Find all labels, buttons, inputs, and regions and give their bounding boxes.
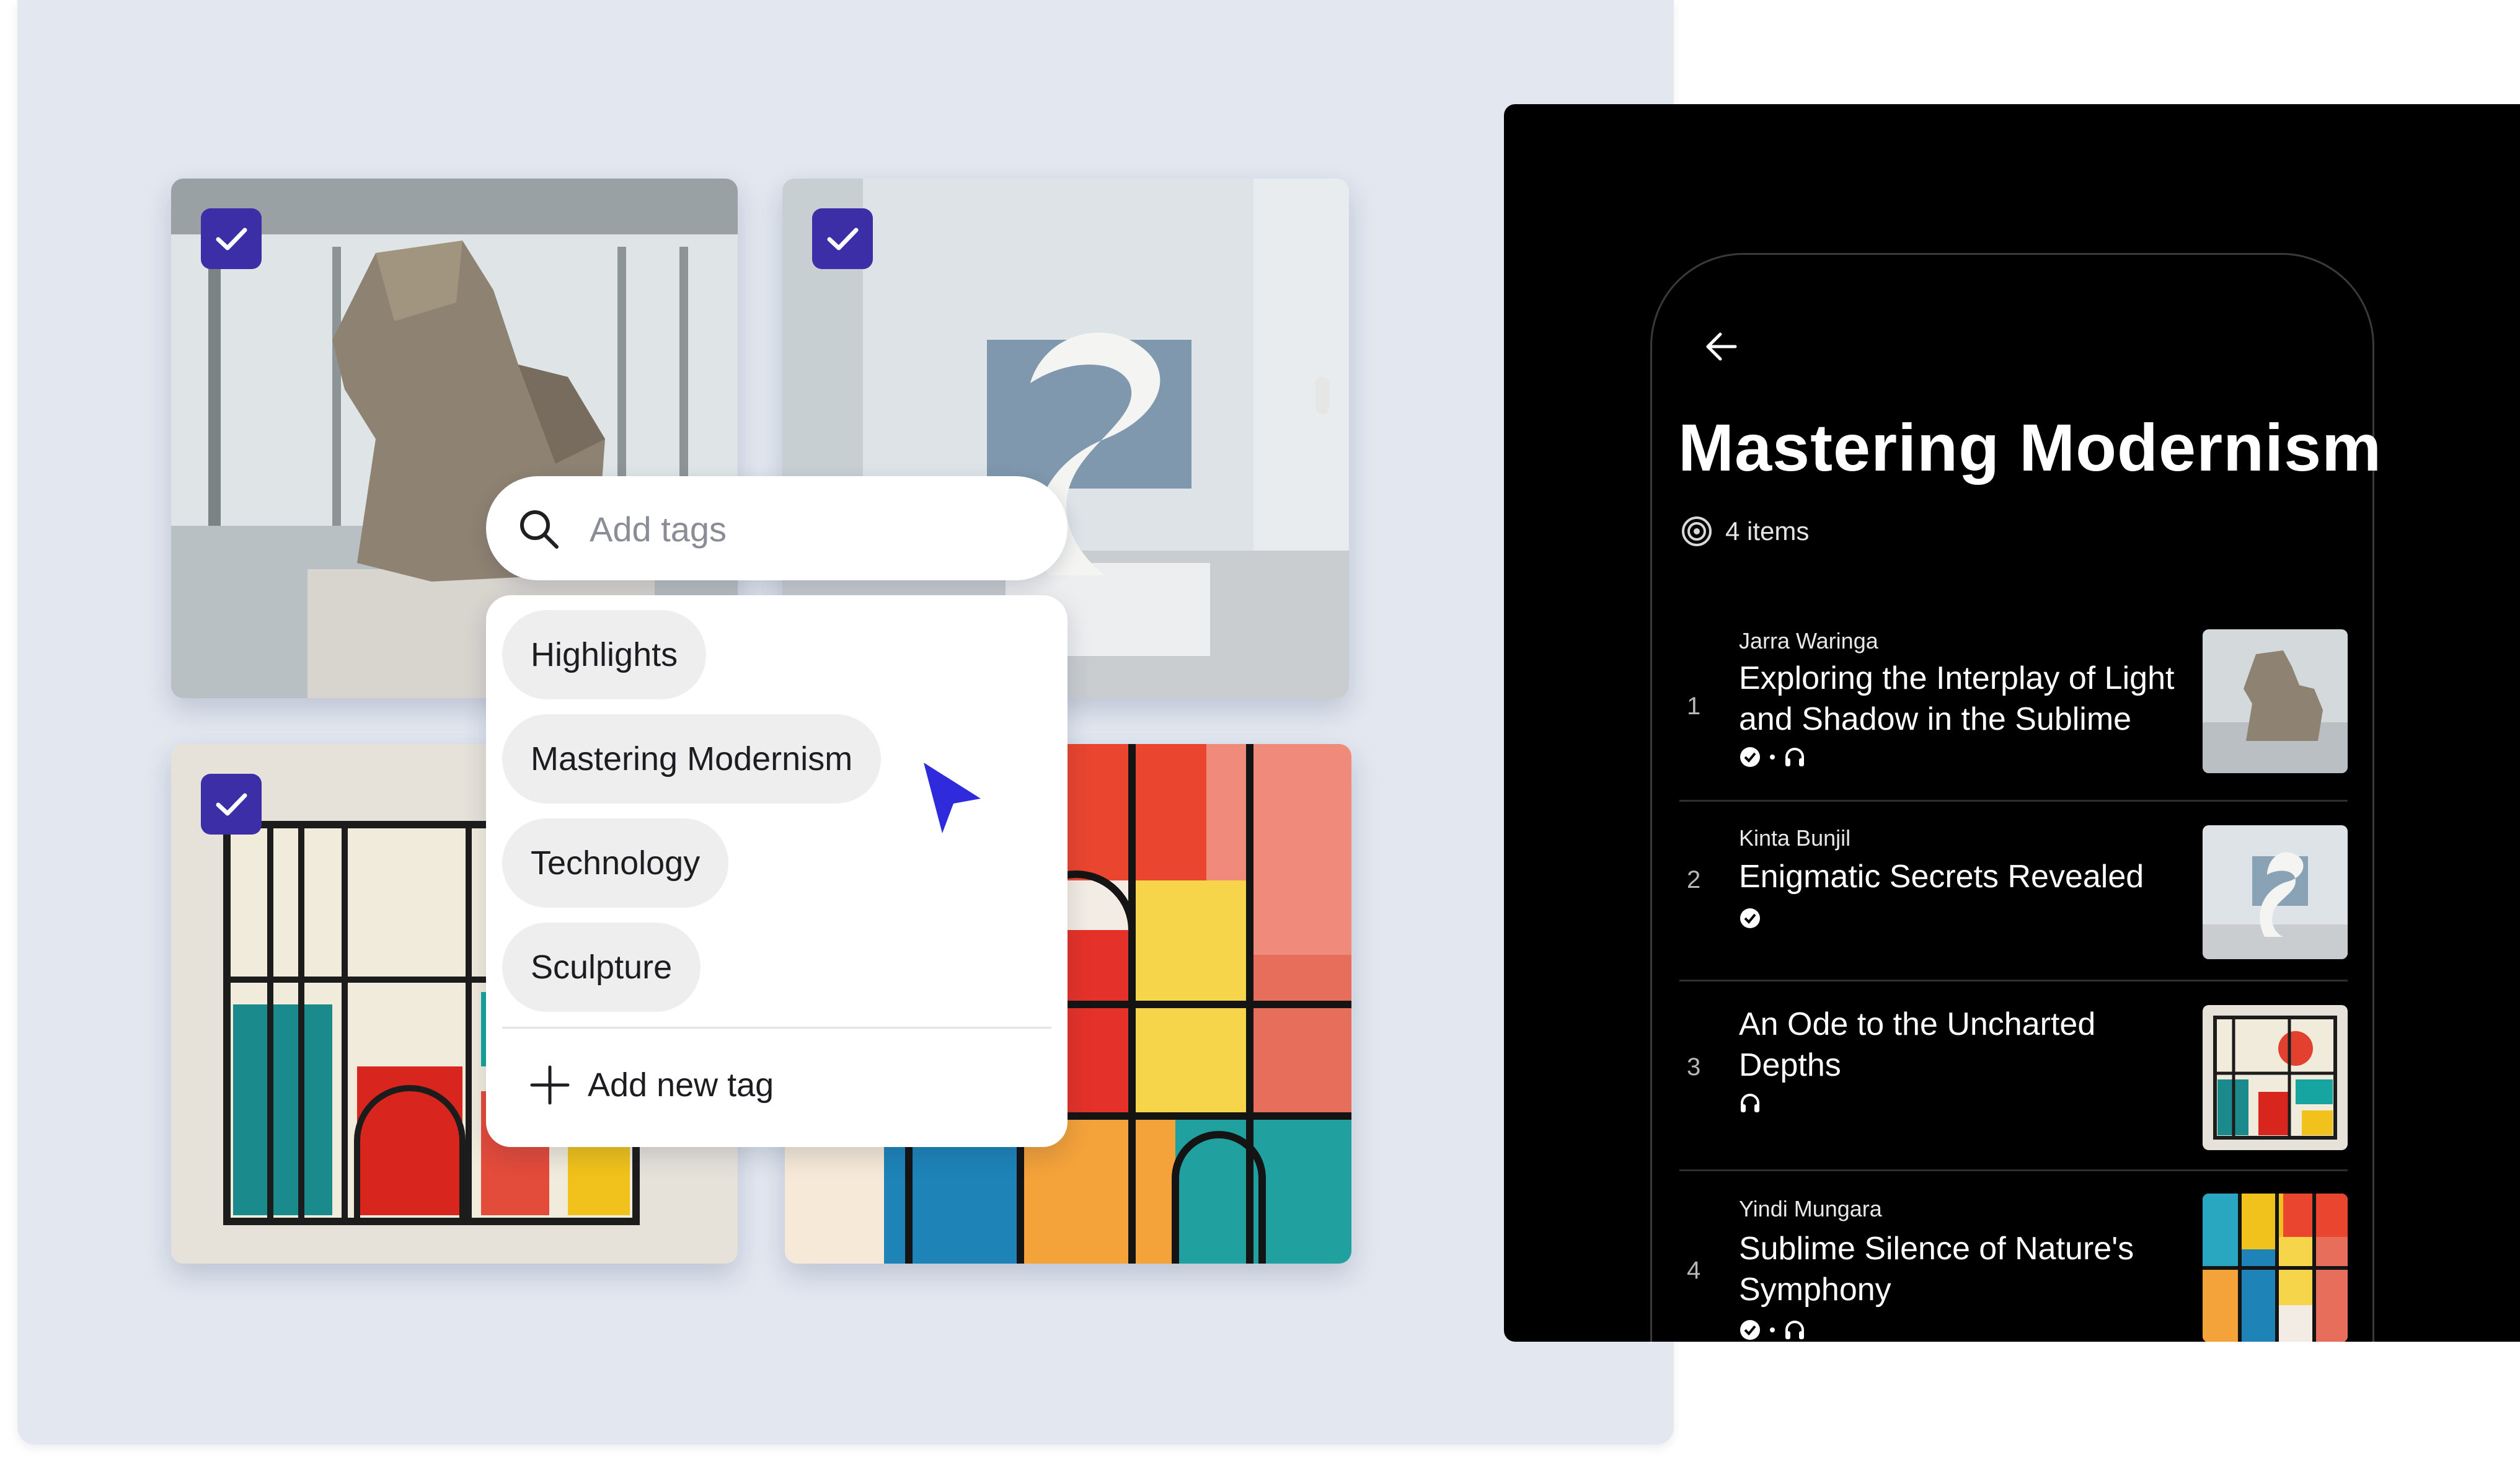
dropdown-divider [502, 1027, 1051, 1029]
verified-icon [1740, 747, 1760, 767]
add-new-tag-button[interactable]: Add new tag [529, 1048, 774, 1122]
plus-icon [530, 1065, 570, 1105]
playlist-title: Mastering Modernism [1678, 410, 2382, 485]
playlist-item[interactable]: 4 Yindi Mungara Sublime Silence of Natur… [1679, 1171, 2348, 1342]
item-thumbnail [2203, 629, 2348, 773]
tag-chip-technology[interactable]: Technology [502, 818, 729, 908]
item-thumbnail [2203, 825, 2348, 959]
collection-icon [1682, 516, 1712, 546]
selected-check-icon[interactable] [201, 208, 262, 269]
item-number: 2 [1687, 866, 1701, 893]
add-new-tag-label: Add new tag [588, 1066, 774, 1104]
item-meta [1739, 1318, 1806, 1342]
item-number: 4 [1687, 1257, 1701, 1284]
item-number: 3 [1687, 1053, 1701, 1081]
item-thumbnail [2203, 1194, 2348, 1342]
item-title: Enigmatic Secrets Revealed [1739, 859, 2144, 895]
item-count-label: 4 items [1725, 516, 1810, 546]
tag-search-bar[interactable] [486, 476, 1068, 580]
playlist-item-count: 4 items [1681, 515, 1809, 547]
phone-preview-panel: Mastering Modernism 4 items 1 Jarra Wari… [1504, 104, 2520, 1342]
headphones-icon [1741, 1094, 1759, 1112]
playlist-item[interactable]: 2 Kinta Bunjil Enigmatic Secrets Reveale… [1679, 802, 2348, 981]
gallery-panel: Highlights Mastering Modernism Technolog… [17, 0, 1674, 1445]
item-meta [1739, 745, 1806, 769]
item-title: Exploring the Interplay of Light and Sha… [1739, 660, 2175, 737]
phone-frame: Mastering Modernism 4 items 1 Jarra Wari… [1650, 253, 2381, 1342]
separator-dot [1770, 755, 1775, 760]
item-author: Yindi Mungara [1739, 1196, 1882, 1221]
item-number: 1 [1687, 693, 1701, 720]
tag-search-input[interactable] [588, 498, 1025, 559]
separator-dot [1770, 1327, 1775, 1332]
item-meta [1739, 1091, 1761, 1115]
item-meta [1739, 906, 1761, 931]
item-author: Kinta Bunjil [1739, 825, 1851, 851]
item-title: Sublime Silence of Nature's Symphony [1739, 1231, 2134, 1308]
headphones-icon [1785, 1321, 1804, 1339]
verified-icon [1740, 1320, 1760, 1340]
tag-chip-mastering-modernism[interactable]: Mastering Modernism [502, 714, 882, 804]
verified-icon [1740, 908, 1760, 928]
tag-dropdown: Highlights Mastering Modernism Technolog… [486, 595, 1068, 1147]
item-title: An Ode to the Uncharted Depths [1739, 1006, 2096, 1083]
selected-check-icon[interactable] [812, 208, 873, 269]
item-author: Jarra Waringa [1739, 628, 1878, 653]
playlist-item[interactable]: 1 Jarra Waringa Exploring the Interplay … [1679, 614, 2348, 802]
pointer-cursor-icon [924, 763, 981, 833]
playlist-item[interactable]: 3 An Ode to the Uncharted Depths [1679, 981, 2348, 1171]
tag-chip-sculpture[interactable]: Sculpture [502, 923, 701, 1012]
headphones-icon [1785, 748, 1804, 766]
search-icon [520, 510, 559, 549]
selected-check-icon[interactable] [201, 774, 262, 835]
item-thumbnail [2203, 1005, 2348, 1150]
back-arrow-icon[interactable] [1703, 328, 1740, 365]
tag-chip-highlights[interactable]: Highlights [502, 610, 707, 699]
